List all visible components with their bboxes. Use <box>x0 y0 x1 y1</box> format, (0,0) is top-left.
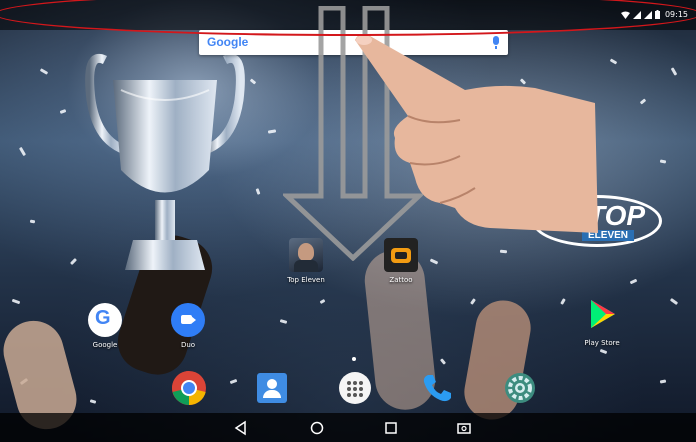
chrome-icon[interactable] <box>171 370 207 406</box>
back-icon[interactable] <box>233 420 249 436</box>
duo-icon <box>171 303 205 337</box>
app-label: Play Store <box>584 339 620 347</box>
navigation-bar <box>0 413 696 442</box>
app-google[interactable]: G Google <box>75 303 135 349</box>
home-icon[interactable] <box>309 420 325 436</box>
app-label: Top Eleven <box>287 276 325 284</box>
app-label: Duo <box>180 341 196 349</box>
home-screen: TOP ELEVEN 09:15 Google Top Eleven Zatto… <box>0 0 696 442</box>
recents-icon[interactable] <box>383 420 399 436</box>
trophy-wallpaper <box>85 53 245 270</box>
play-store-icon <box>591 300 615 328</box>
phone-icon[interactable] <box>420 371 454 405</box>
google-logo: Google <box>207 35 249 49</box>
screenshot-icon[interactable] <box>456 420 472 436</box>
pointing-hand-image <box>355 34 598 233</box>
contacts-icon[interactable] <box>257 373 287 403</box>
app-duo[interactable]: Duo <box>158 303 218 349</box>
app-play-store[interactable]: Play Store <box>572 297 632 347</box>
settings-icon[interactable] <box>503 371 537 405</box>
app-label: Google <box>92 341 118 349</box>
favorites-dock <box>0 365 696 413</box>
google-icon: G <box>88 303 122 337</box>
app-drawer-icon[interactable] <box>339 372 371 404</box>
page-indicator-dot <box>352 357 356 361</box>
grid-dots-icon <box>347 381 363 397</box>
app-label: Zattoo <box>389 276 413 284</box>
